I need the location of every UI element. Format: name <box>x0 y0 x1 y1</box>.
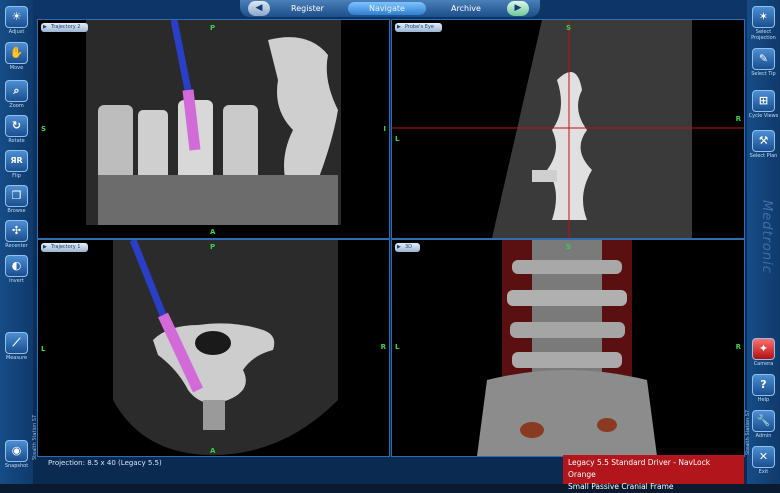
orient-top: S <box>566 243 572 251</box>
recenter-tool[interactable]: ✣ Recenter <box>0 220 33 249</box>
trajectory-1-image <box>113 240 338 455</box>
cycle-views-tool[interactable]: ⊞ Cycle Views <box>747 90 780 119</box>
browse-icon: ❐ <box>5 185 28 207</box>
viewport-probes-eye[interactable]: Probe's Eye S L R <box>391 19 745 239</box>
orient-left: L <box>41 345 46 353</box>
select-tip-tool[interactable]: ✎ Select Tip <box>747 48 780 77</box>
projection-status: Projection: 8.5 x 40 (Legacy 5.5) <box>48 459 162 467</box>
camera-tracker-icon: ✦ <box>752 338 775 360</box>
projection-icon: ✶ <box>752 6 775 28</box>
flip-icon: ЯR <box>5 150 28 172</box>
viewport-trajectory-2[interactable]: Trajectory 2 P A S I <box>37 19 390 239</box>
select-plan-tool[interactable]: ⚒ Select Plan <box>747 130 780 159</box>
orient-left: L <box>395 135 400 143</box>
close-icon: ✕ <box>752 446 775 468</box>
tip-icon: ✎ <box>752 48 775 70</box>
browse-tool[interactable]: ❐ Browse <box>0 185 33 214</box>
orient-top: P <box>210 24 216 32</box>
magnifier-icon: ⌕ <box>5 80 28 102</box>
viewport-tab[interactable]: 3D <box>395 243 421 252</box>
invert-icon: ◐ <box>5 255 28 277</box>
viewport-tab[interactable]: Trajectory 1 <box>41 243 89 252</box>
orient-bottom: A <box>210 228 216 236</box>
instrument-line-2: Small Passive Cranial Frame <box>568 482 674 491</box>
probes-eye-image <box>392 20 744 238</box>
nav-back-button[interactable]: ◀ <box>248 1 270 16</box>
plan-icon: ⚒ <box>752 130 775 152</box>
nav-forward-button[interactable]: ▶ <box>507 1 529 16</box>
measure-tool[interactable]: ⟋ Measure <box>0 332 33 361</box>
wrench-icon: 🔧 <box>752 410 775 432</box>
adjust-tool[interactable]: ☀ Adjust <box>0 6 33 35</box>
flip-tool[interactable]: ЯR Flip <box>0 150 33 179</box>
orient-left: L <box>395 343 400 351</box>
viewport-trajectory-1[interactable]: Trajectory 1 P A L R <box>37 239 390 457</box>
help-button[interactable]: ? Help <box>747 374 780 403</box>
zoom-tool[interactable]: ⌕ Zoom <box>0 80 33 109</box>
instrument-line-1: Legacy 5.5 Standard Driver - NavLock Ora… <box>568 458 711 479</box>
snapshot-tool[interactable]: ◉ Snapshot <box>0 440 33 469</box>
tab-navigate[interactable]: Navigate <box>348 2 426 15</box>
sun-icon: ☀ <box>5 6 28 28</box>
brand-logo: Medtronic <box>759 200 774 274</box>
orient-right: R <box>735 115 741 123</box>
viewport-tab[interactable]: Trajectory 2 <box>41 23 89 32</box>
recenter-icon: ✣ <box>5 220 28 242</box>
camera-tool[interactable]: ✦ Camera <box>747 338 780 367</box>
instrument-status: Legacy 5.5 Standard Driver - NavLock Ora… <box>563 455 744 491</box>
left-toolbar: ☀ Adjust ✋ Move ⌕ Zoom ↻ Rotate ЯR Flip ❐ Brow… <box>0 0 38 484</box>
tab-register[interactable]: Register <box>275 2 340 15</box>
trajectory-2-image <box>86 20 341 225</box>
orient-right: R <box>380 343 386 351</box>
orient-right: I <box>383 125 386 133</box>
orient-right: R <box>735 343 741 351</box>
move-tool[interactable]: ✋ Move <box>0 42 33 71</box>
exit-button[interactable]: ✕ Exit <box>747 446 780 475</box>
orient-top: S <box>566 24 572 32</box>
help-icon: ? <box>752 374 775 396</box>
admin-button[interactable]: 🔧 Admin <box>747 410 780 439</box>
camera-icon: ◉ <box>5 440 28 462</box>
viewport-tab[interactable]: Probe's Eye <box>395 23 442 32</box>
tab-archive[interactable]: Archive <box>432 2 500 15</box>
cycle-views-icon: ⊞ <box>752 90 775 112</box>
orient-top: P <box>210 243 216 251</box>
viewport-3d[interactable]: 3D S L R <box>391 239 745 457</box>
right-toolbar: ✶ Select Projection ✎ Select Tip ⊞ Cycle Vi… <box>745 0 780 484</box>
select-projection-tool[interactable]: ✶ Select Projection <box>747 6 780 41</box>
orient-left: S <box>41 125 47 133</box>
hand-icon: ✋ <box>5 42 28 64</box>
ruler-icon: ⟋ <box>5 332 28 354</box>
invert-tool[interactable]: ◐ Invert <box>0 255 33 284</box>
rotate-icon: ↻ <box>5 115 28 137</box>
rotate-tool[interactable]: ↻ Rotate <box>0 115 33 144</box>
orient-bottom: A <box>210 447 216 455</box>
3d-render-image <box>477 240 657 456</box>
